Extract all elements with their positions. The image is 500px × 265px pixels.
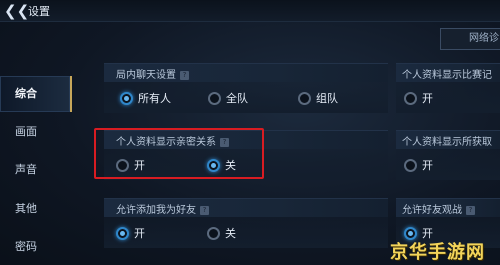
panel-title: 允许好友观战? bbox=[402, 201, 475, 216]
chat-option-everyone[interactable]: 所有人 bbox=[120, 91, 171, 107]
panel-title: 个人资料显示所获取 bbox=[402, 137, 492, 148]
radio-icon bbox=[298, 91, 311, 105]
sidebar-item-other[interactable]: 其他 bbox=[0, 191, 72, 227]
profile-record-option-on[interactable]: 开 bbox=[404, 91, 433, 107]
help-icon[interactable]: ? bbox=[200, 205, 209, 215]
help-icon[interactable]: ? bbox=[466, 205, 475, 215]
add-friend-option-on[interactable]: 开 bbox=[116, 226, 145, 242]
sidebar-item-sound[interactable]: 声音 bbox=[0, 152, 72, 188]
chat-option-party[interactable]: 组队 bbox=[298, 91, 338, 107]
sidebar-item-password[interactable]: 密码 bbox=[0, 229, 72, 265]
radio-icon bbox=[404, 91, 417, 105]
add-friend-option-off[interactable]: 关 bbox=[207, 226, 236, 242]
chevron-left-icon: ❮❮ bbox=[4, 2, 30, 20]
radio-selected-icon bbox=[120, 91, 133, 105]
watermark-logo: 京华手游网 bbox=[390, 242, 485, 263]
chat-settings-panel: 局内聊天设置? 所有人 全队 组队 bbox=[104, 63, 388, 113]
top-bar: ❮❮ 设置 bbox=[0, 0, 500, 22]
panel-title: 个人资料显示比赛记 bbox=[402, 70, 492, 81]
profile-record-panel: 个人资料显示比赛记 开 bbox=[396, 63, 500, 113]
radio-icon bbox=[207, 226, 220, 240]
back-button[interactable]: ❮❮ bbox=[4, 1, 30, 21]
sidebar: 综合 画面 声音 其他 密码 bbox=[0, 70, 72, 265]
network-diagnosis-button[interactable]: 网络诊 bbox=[440, 28, 500, 50]
sidebar-item-general[interactable]: 综合 bbox=[0, 76, 72, 112]
highlight-annotation-box bbox=[94, 128, 264, 179]
chat-option-team[interactable]: 全队 bbox=[208, 91, 248, 107]
profile-obtained-option-on[interactable]: 开 bbox=[404, 158, 433, 174]
radio-icon bbox=[404, 158, 417, 172]
page-title: 设置 bbox=[28, 5, 50, 18]
panel-title: 允许添加我为好友? bbox=[116, 201, 209, 216]
panel-title: 局内聊天设置? bbox=[116, 66, 189, 81]
profile-obtained-panel: 个人资料显示所获取 开 bbox=[396, 130, 500, 180]
add-friend-panel: 允许添加我为好友? 开 关 bbox=[104, 198, 388, 248]
radio-selected-icon bbox=[116, 226, 129, 240]
radio-icon bbox=[208, 91, 221, 105]
sidebar-item-graphics[interactable]: 画面 bbox=[0, 114, 72, 150]
help-icon[interactable]: ? bbox=[180, 70, 189, 80]
